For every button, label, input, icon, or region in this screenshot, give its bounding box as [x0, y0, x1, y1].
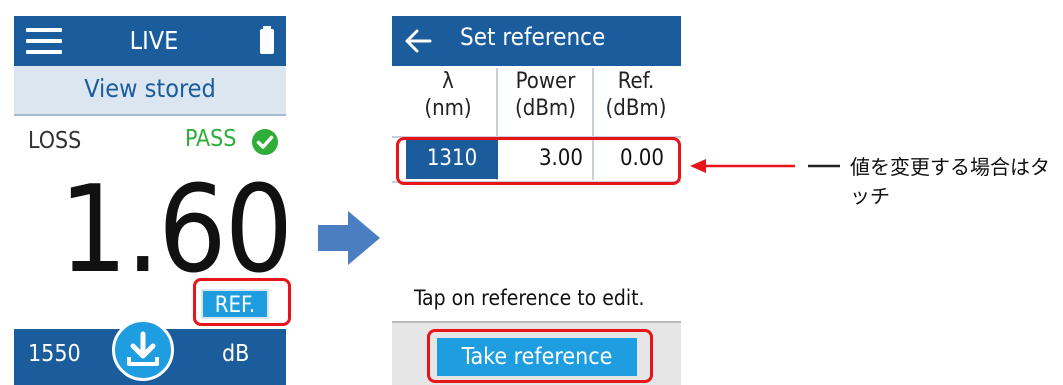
- column-header-power: Power (dBm): [498, 68, 593, 134]
- hamburger-menu-icon[interactable]: [26, 28, 62, 54]
- save-button[interactable]: [112, 319, 174, 381]
- take-reference-highlight-box: [427, 329, 653, 383]
- column-header-line1: λ: [442, 69, 454, 94]
- check-circle-icon: [252, 129, 278, 155]
- right-arrow-icon: [318, 211, 380, 265]
- column-header-line2: (dBm): [515, 96, 576, 121]
- reference-title: Set reference: [460, 23, 606, 51]
- column-header-line1: Power: [515, 69, 576, 94]
- loss-label: LOSS: [28, 128, 82, 154]
- annotation-arrow-icon: [690, 159, 840, 173]
- battery-icon: [260, 26, 274, 54]
- column-header-ref: Ref. (dBm): [594, 68, 678, 134]
- download-icon: [127, 331, 159, 366]
- pass-label: PASS: [185, 126, 237, 152]
- back-arrow-icon[interactable]: [404, 28, 432, 54]
- annotation-text: 値を変更する場合はタッチ: [850, 155, 1050, 208]
- view-stored-button[interactable]: View stored: [14, 66, 286, 116]
- live-screen: LIVE View stored LOSS PASS 1.60 REF. 155…: [14, 16, 286, 385]
- ref-highlight-box: [193, 278, 291, 326]
- column-header-line2: (nm): [424, 96, 472, 121]
- live-title: LIVE: [129, 26, 179, 55]
- column-header-wavelength: λ (nm): [402, 68, 494, 134]
- wavelength-label[interactable]: 1550: [28, 341, 81, 367]
- column-header-line1: Ref.: [617, 69, 655, 94]
- reference-row-highlight-box: [396, 137, 681, 185]
- column-header-line2: (dBm): [605, 96, 667, 121]
- edit-hint-text: Tap on reference to edit.: [414, 286, 645, 310]
- unit-label[interactable]: dB: [222, 341, 249, 367]
